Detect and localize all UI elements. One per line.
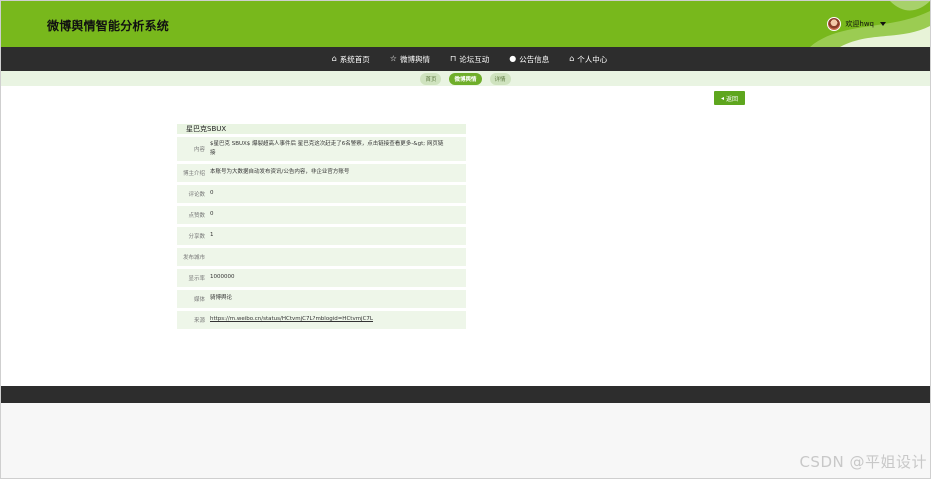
row-value: $星巴克 SBUX$ 爆裂超高人事件后 星巴克这次赶走了6名警察，点击链接查看更… [210,140,444,157]
row-label: 博主介绍 [182,171,205,177]
detail-row-likes: 点赞数 0 [177,206,466,224]
detail-row-comments: 评论数 0 [177,185,466,203]
detail-row-blogger: 博主介绍 本账号为大数据自动发布资讯/公告内容，非企业官方账号 [177,164,466,182]
row-value: 骑博舆论 [210,295,233,302]
detail-panel: 星巴克SBUX 内容 $星巴克 SBUX$ 爆裂超高人事件后 星巴克这次赶走了6… [177,124,466,329]
chevron-down-icon[interactable] [880,22,886,26]
avatar [827,17,842,31]
home-icon: ⌂ [331,54,337,63]
star-icon: ☆ [389,54,397,63]
detail-row-city: 发布城市 [177,248,466,266]
row-label: 显示率 [188,276,205,282]
back-button[interactable]: ◂ 返回 [714,91,745,105]
header: 微博舆情智能分析系统 欢迎hwq [1,1,930,47]
nav-item-label: 公告信息 [519,54,550,64]
nav-item-home[interactable]: ⌂ 系统首页 [332,54,370,65]
breadcrumb-detail: 详情 [489,72,511,85]
detail-title: 星巴克SBUX [177,124,466,134]
detail-row-content: 内容 $星巴克 SBUX$ 爆裂超高人事件后 星巴克这次赶走了6名警察，点击链接… [177,137,466,161]
detail-row-rate: 显示率 1000000 [177,269,466,287]
page-bottom [1,403,930,478]
breadcrumb: 首页 微博舆情 详情 [1,71,930,86]
home-icon: ⌂ [569,54,575,63]
detail-row-shares: 分享数 1 [177,227,466,245]
row-label: 点赞数 [188,213,205,219]
row-value: 本账号为大数据自动发布资讯/公告内容，非企业官方账号 [210,169,350,176]
source-link[interactable]: https://m.weibo.cn/status/HCtvmjC7L?mblo… [210,316,373,322]
row-label: 媒体 [193,297,205,303]
nav-item-label: 论坛互动 [459,54,490,64]
row-value: 1 [210,232,214,239]
row-label: 评论数 [188,192,205,198]
top-nav: ⌂ 系统首页 ☆ 微博舆情 ⊓ 论坛互动 ● 公告信息 ⌂ 个人中心 [1,47,930,71]
row-label: 分享数 [188,234,205,240]
app-title: 微博舆情智能分析系统 [47,19,170,33]
breadcrumb-weibo[interactable]: 微博舆情 [449,72,482,85]
nav-item-label: 个人中心 [577,54,608,64]
info-icon: ● [509,54,517,63]
watermark: CSDN @平姐设计 [799,453,927,471]
welcome-text: 欢迎hwq [845,20,874,28]
back-button-label: 返回 [726,95,739,103]
lock-icon: ⊓ [449,54,457,63]
row-value: 0 [210,211,214,218]
nav-item-label: 系统首页 [339,54,370,64]
row-label: 来源 [193,318,205,324]
row-value: 1000000 [210,274,235,281]
nav-item-label: 微博舆情 [399,54,430,64]
row-value: https://m.weibo.cn/status/HCtvmjC7L?mblo… [210,315,466,325]
main-content: ◂ 返回 星巴克SBUX 内容 $星巴克 SBUX$ 爆裂超高人事件后 星巴克这… [1,86,930,386]
row-label: 发布城市 [182,255,205,261]
nav-item-notice[interactable]: ● 公告信息 [509,54,549,65]
nav-item-forum[interactable]: ⊓ 论坛互动 [450,54,489,65]
nav-item-profile[interactable]: ⌂ 个人中心 [569,54,607,65]
row-value: 0 [210,190,214,197]
nav-item-weibo[interactable]: ☆ 微博舆情 [390,54,430,65]
row-label: 内容 [193,147,205,153]
detail-row-media: 媒体 骑博舆论 [177,290,466,308]
footer-bar [1,386,930,403]
breadcrumb-home[interactable]: 首页 [420,72,442,85]
user-menu[interactable]: 欢迎hwq [827,17,886,31]
chevron-left-icon: ◂ [720,94,724,102]
detail-row-source: 来源 https://m.weibo.cn/status/HCtvmjC7L?m… [177,311,466,329]
